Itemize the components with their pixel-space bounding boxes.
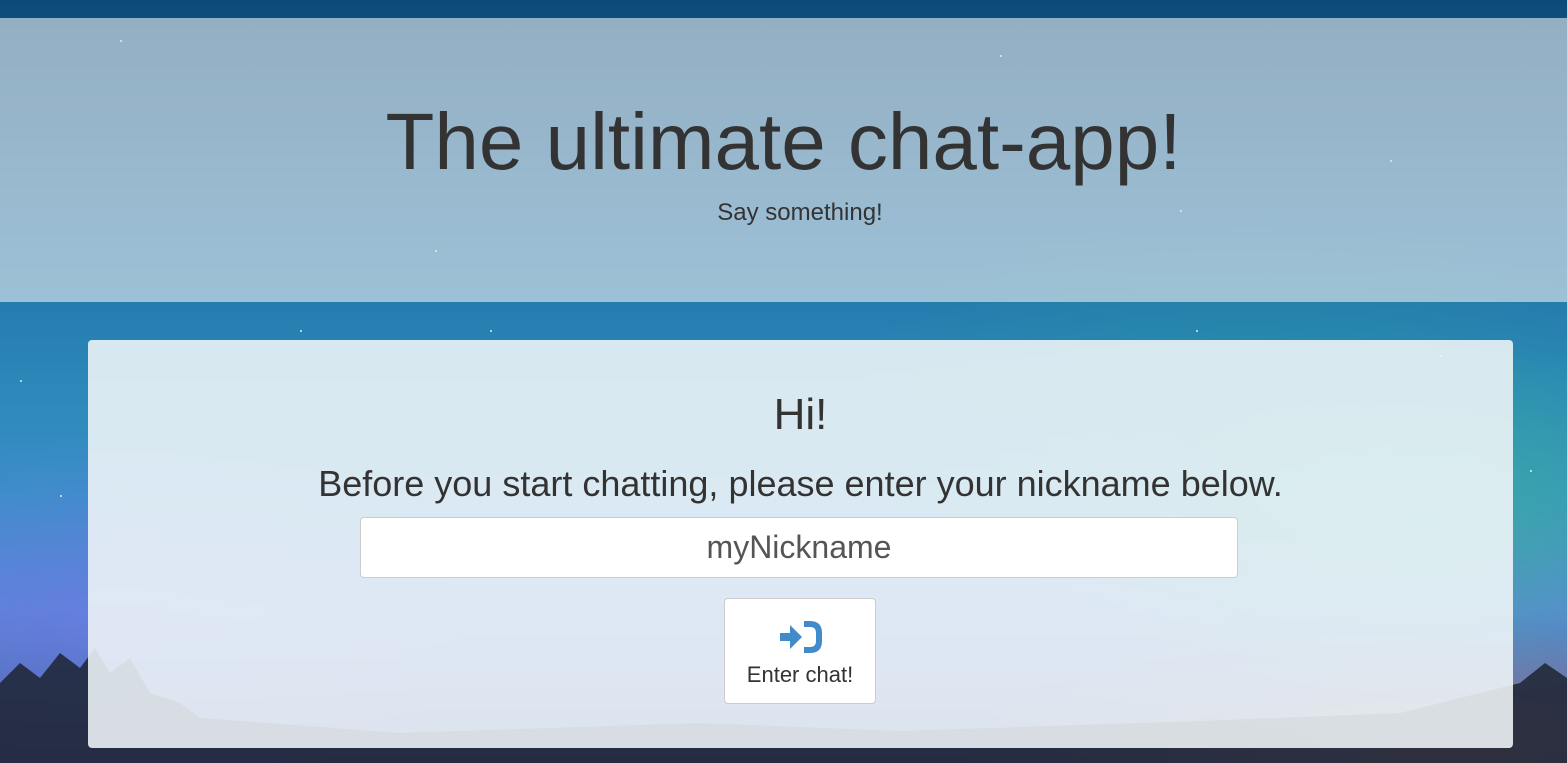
log-in-icon <box>780 621 822 653</box>
enter-chat-button[interactable]: Enter chat! <box>724 598 876 704</box>
page-subtitle: Say something! <box>717 199 883 226</box>
instructions-text: Before you start chatting, please enter … <box>318 463 1283 504</box>
enter-chat-label: Enter chat! <box>746 662 854 687</box>
page-title: The ultimate chat-app! <box>385 97 1182 186</box>
nickname-panel: Hi! Before you start chatting, please en… <box>88 340 1513 748</box>
greeting-heading: Hi! <box>773 390 828 439</box>
nickname-input[interactable] <box>360 517 1238 578</box>
